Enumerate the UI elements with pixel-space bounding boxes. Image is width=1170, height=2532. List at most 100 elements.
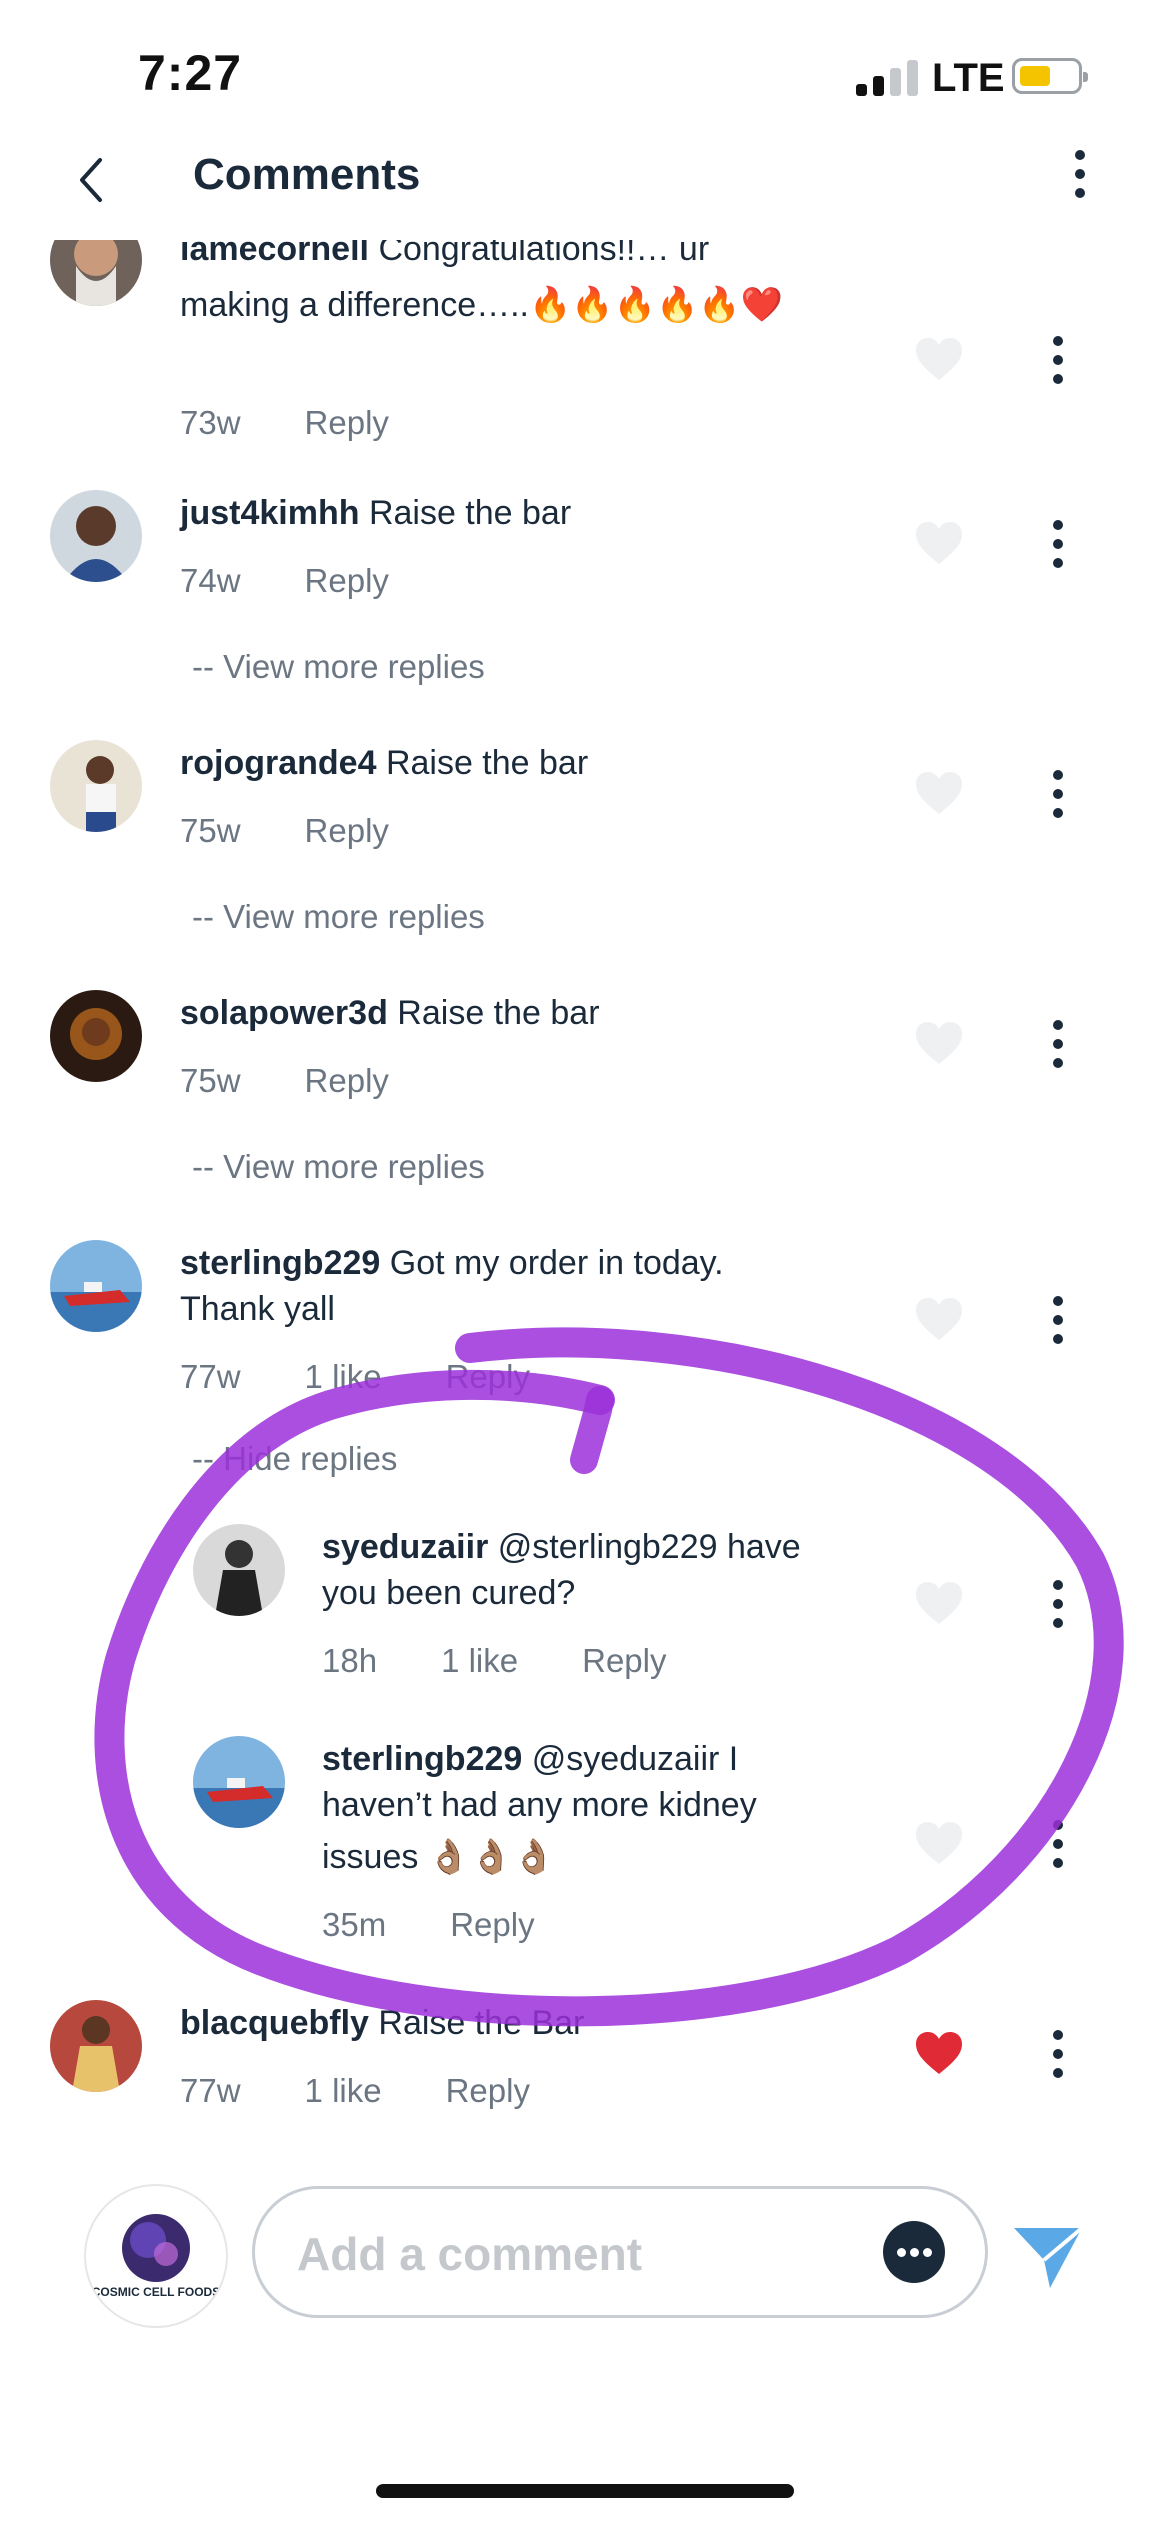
- heart-icon[interactable]: [914, 1296, 964, 1342]
- comment-username[interactable]: solapower3d: [180, 994, 388, 1032]
- reply-text: syeduzaiir @sterlingb229 have: [322, 1528, 801, 1566]
- comment-placeholder: Add a comment: [297, 2228, 643, 2280]
- reply-text-line: you been cured?: [322, 1574, 576, 1612]
- hide-replies-button[interactable]: -- Hide replies: [192, 1440, 397, 1478]
- more-vertical-icon[interactable]: [1046, 1020, 1070, 1080]
- avatar[interactable]: [50, 990, 142, 1082]
- comment-input[interactable]: Add a comment: [252, 2186, 988, 2318]
- reply-button[interactable]: Reply: [450, 1906, 534, 1943]
- like-count: 1 like: [304, 2072, 382, 2109]
- heart-icon[interactable]: [914, 2030, 964, 2076]
- reply-username[interactable]: sterlingb229: [322, 1740, 522, 1778]
- comment-text: sterlingb229 Got my order in today.: [180, 1244, 724, 1282]
- heart-icon[interactable]: [914, 1820, 964, 1866]
- network-label: LTE: [932, 56, 1005, 100]
- header: Comments: [0, 130, 1170, 230]
- comment-meta: 77w 1 like Reply: [180, 1358, 594, 1396]
- more-vertical-icon[interactable]: [1046, 1820, 1070, 1880]
- comment-text: blacquebfly Raise the Bar: [180, 2004, 585, 2042]
- reply-button[interactable]: Reply: [305, 1062, 389, 1099]
- comment-age: 75w: [180, 1062, 241, 1099]
- avatar[interactable]: [50, 740, 142, 832]
- comment-item: rojogrande4 Raise the bar 75w Reply -- Vi…: [0, 740, 1170, 940]
- comment-meta: 73w Reply: [180, 404, 453, 442]
- more-vertical-icon[interactable]: [1046, 336, 1070, 396]
- composer-avatar-label: COSMIC CELL FOODS: [92, 2285, 220, 2299]
- comment-item: iamecornell Congratulations!!… ur making…: [0, 240, 1170, 470]
- reply-button[interactable]: Reply: [582, 1642, 666, 1679]
- reply-meta: 18h 1 like Reply: [322, 1642, 730, 1680]
- status-bar: 7:27 LTE: [0, 0, 1170, 150]
- like-count: 1 like: [441, 1642, 519, 1679]
- reply-text-line: haven’t had any more kidney: [322, 1786, 757, 1824]
- avatar[interactable]: [50, 1240, 142, 1332]
- comment-username[interactable]: iamecornell: [180, 240, 369, 268]
- heart-icon[interactable]: [914, 520, 964, 566]
- comment-text-line: making a difference…..🔥🔥🔥🔥🔥❤️: [180, 286, 784, 324]
- reply-button[interactable]: Reply: [446, 1358, 530, 1395]
- comment-age: 77w: [180, 1358, 241, 1395]
- comment-age: 75w: [180, 812, 241, 849]
- avatar[interactable]: [193, 1736, 285, 1828]
- comment-text-line: Thank yall: [180, 1290, 335, 1328]
- comment-meta: 75w Reply: [180, 1062, 453, 1100]
- comment-text: iamecornell Congratulations!!… ur: [180, 240, 709, 272]
- view-more-replies-button[interactable]: -- View more replies: [192, 1148, 485, 1186]
- comments-list[interactable]: iamecornell Congratulations!!… ur making…: [0, 240, 1170, 2170]
- more-vertical-icon[interactable]: [1046, 2030, 1070, 2090]
- send-icon[interactable]: [1010, 2222, 1086, 2292]
- like-count: 1 like: [304, 1358, 382, 1395]
- comment-meta: 75w Reply: [180, 812, 453, 850]
- chat-bubble-icon[interactable]: [883, 2221, 945, 2283]
- comment-username[interactable]: sterlingb229: [180, 1244, 380, 1282]
- reply-username[interactable]: syeduzaiir: [322, 1528, 488, 1566]
- comment-age: 74w: [180, 562, 241, 599]
- comment-age: 77w: [180, 2072, 241, 2109]
- reply-age: 35m: [322, 1906, 387, 1943]
- comment-text: rojogrande4 Raise the bar: [180, 744, 589, 782]
- avatar[interactable]: [50, 490, 142, 582]
- more-vertical-icon[interactable]: [1046, 1580, 1070, 1640]
- view-more-replies-button[interactable]: -- View more replies: [192, 898, 485, 936]
- signal-icon: [856, 60, 920, 96]
- home-indicator[interactable]: [376, 2484, 794, 2498]
- comment-meta: 74w Reply: [180, 562, 453, 600]
- avatar[interactable]: [50, 2000, 142, 2092]
- chevron-left-icon[interactable]: [66, 150, 126, 210]
- more-vertical-icon[interactable]: [1046, 1296, 1070, 1356]
- comment-item: solapower3d Raise the bar 75w Reply -- Vi…: [0, 990, 1170, 1190]
- heart-icon[interactable]: [914, 1020, 964, 1066]
- comment-item: blacquebfly Raise the Bar 77w 1 like Reply: [0, 2000, 1170, 2150]
- reply-meta: 35m Reply: [322, 1906, 599, 1944]
- page-title: Comments: [193, 150, 421, 199]
- avatar[interactable]: [50, 240, 142, 306]
- comment-text: just4kimhh Raise the bar: [180, 494, 572, 532]
- reply-button[interactable]: Reply: [446, 2072, 530, 2109]
- comment-composer: COSMIC CELL FOODS Add a comment: [0, 2170, 1170, 2350]
- comment-item: just4kimhh Raise the bar 74w Reply -- Vie…: [0, 490, 1170, 690]
- reply-button[interactable]: Reply: [305, 812, 389, 849]
- comment-username[interactable]: blacquebfly: [180, 2004, 369, 2042]
- avatar[interactable]: [193, 1524, 285, 1616]
- comment-age: 73w: [180, 404, 241, 441]
- comment-text: solapower3d Raise the bar: [180, 994, 600, 1032]
- reply-text: sterlingb229 @syeduzaiir I: [322, 1740, 739, 1778]
- comment-username[interactable]: just4kimhh: [180, 494, 359, 532]
- heart-icon[interactable]: [914, 770, 964, 816]
- more-vertical-icon[interactable]: [1068, 150, 1092, 210]
- status-time: 7:27: [138, 45, 243, 101]
- comment-meta: 77w 1 like Reply: [180, 2072, 594, 2110]
- heart-icon[interactable]: [914, 336, 964, 382]
- heart-icon[interactable]: [914, 1580, 964, 1626]
- reply-text-line: issues 👌🏽👌🏽👌🏽: [322, 1838, 555, 1876]
- view-more-replies-button[interactable]: -- View more replies: [192, 648, 485, 686]
- comment-item: sterlingb229 Got my order in today. Than…: [0, 1240, 1170, 1943]
- reply-button[interactable]: Reply: [305, 404, 389, 441]
- more-vertical-icon[interactable]: [1046, 770, 1070, 830]
- battery-icon: [1012, 58, 1088, 94]
- comment-username[interactable]: rojogrande4: [180, 744, 376, 782]
- more-vertical-icon[interactable]: [1046, 520, 1070, 580]
- avatar: COSMIC CELL FOODS: [84, 2184, 228, 2328]
- reply-button[interactable]: Reply: [305, 562, 389, 599]
- reply-age: 18h: [322, 1642, 378, 1679]
